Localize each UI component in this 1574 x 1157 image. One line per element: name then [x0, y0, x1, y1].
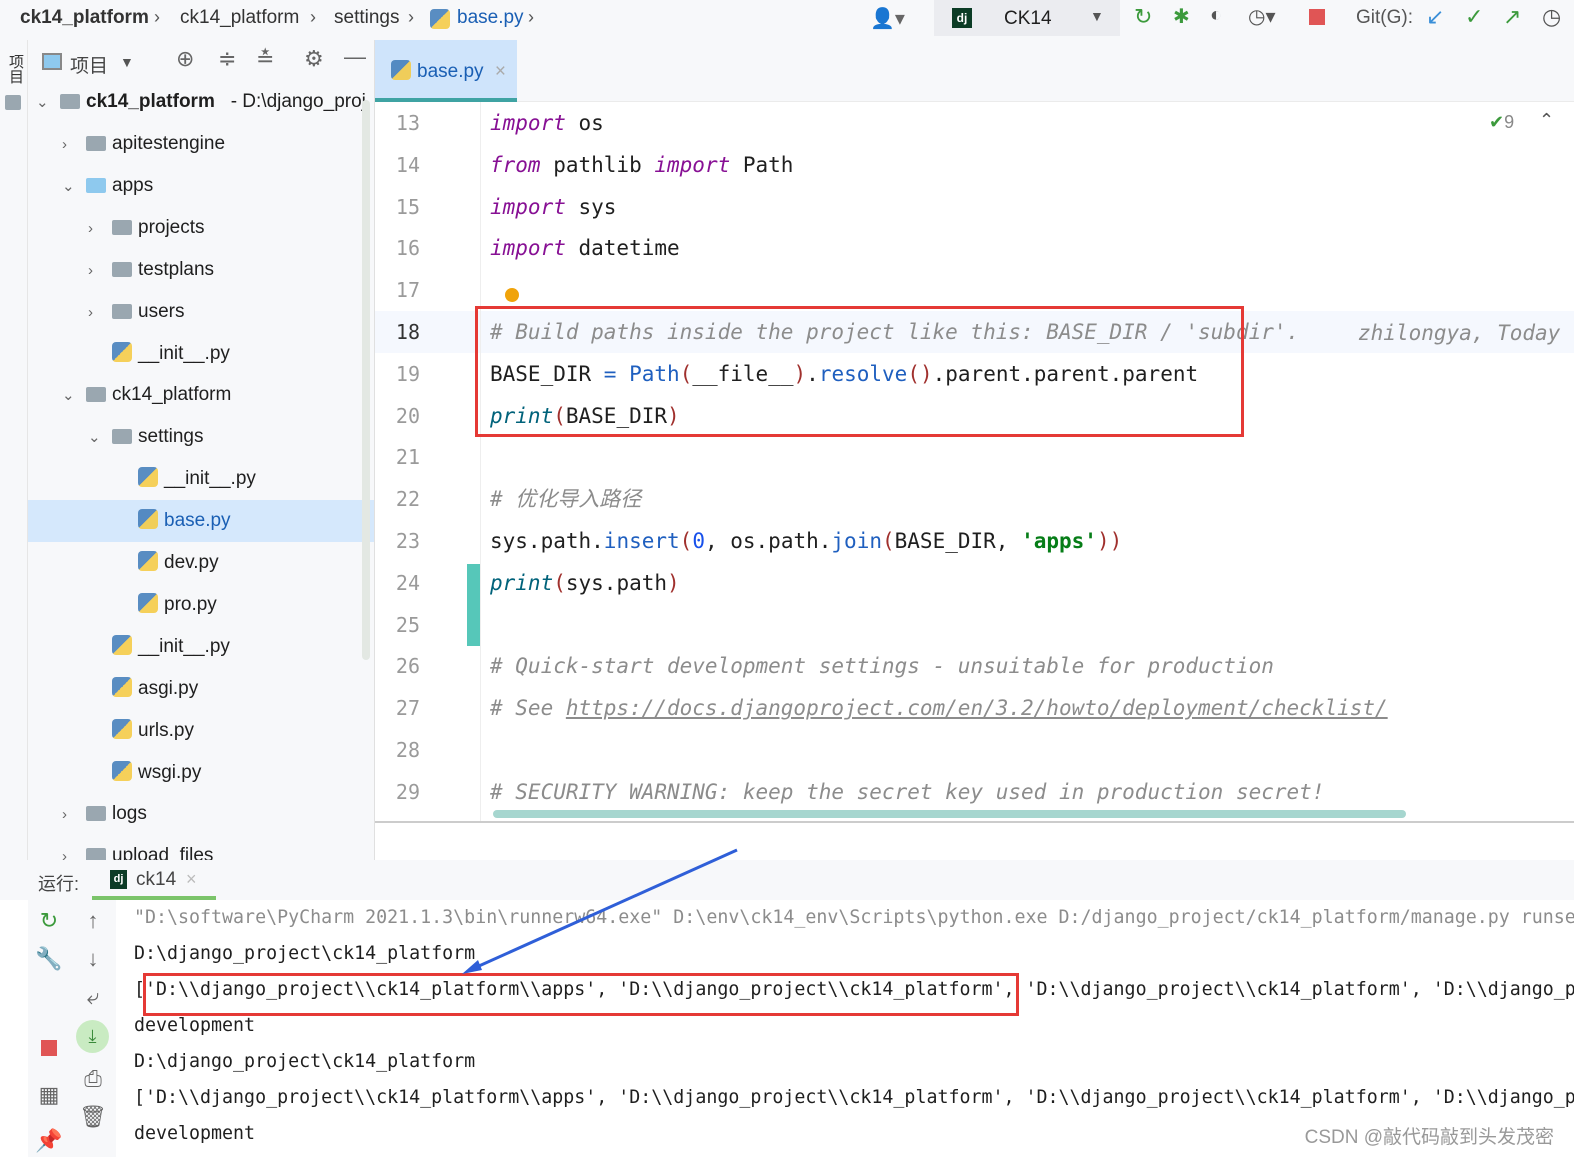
arrow-line: [469, 848, 738, 972]
annotation-arrow: [462, 848, 738, 974]
watermark: CSDN @敲代码敲到头发茂密: [1304, 1127, 1554, 1148]
arrow-head: [462, 960, 482, 974]
